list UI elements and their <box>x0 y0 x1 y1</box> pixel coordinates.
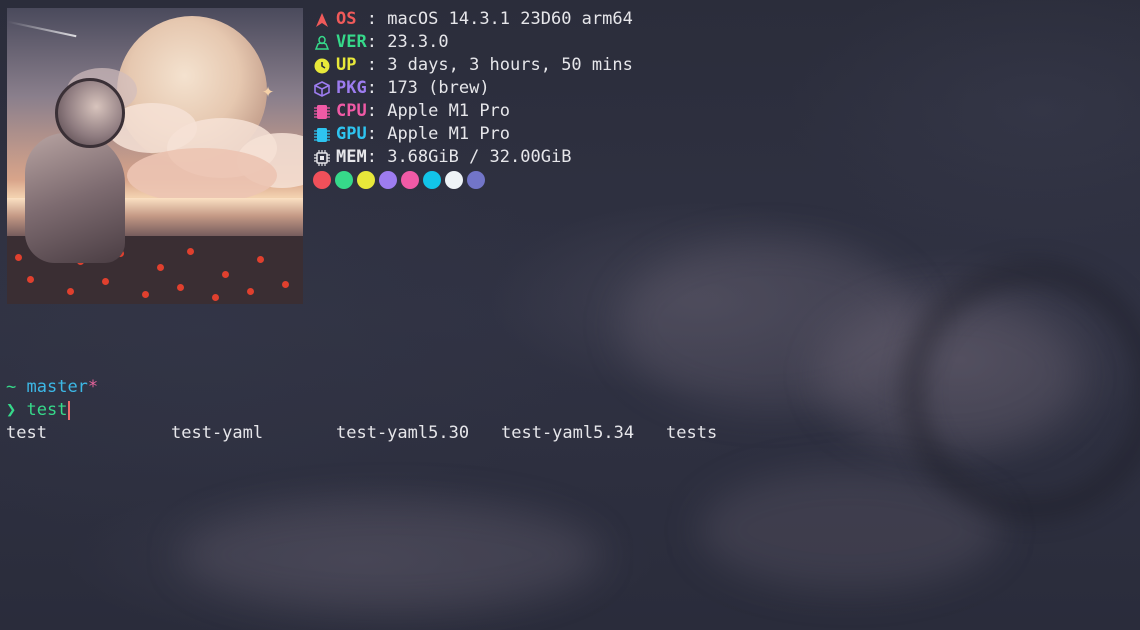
git-branch: master <box>26 377 88 397</box>
command-line[interactable]: ❯ test <box>6 399 831 422</box>
completion-item[interactable]: test-yaml5.34 <box>501 422 666 445</box>
mem-key: MEM <box>336 147 367 167</box>
prompt-header: ~ master * <box>6 376 831 399</box>
gpu-value: Apple M1 Pro <box>387 124 511 144</box>
cpu-separator: : <box>366 101 388 121</box>
package-icon <box>313 80 330 97</box>
gpu-row: GPU: Apple M1 Pro <box>313 123 633 146</box>
up-value: 3 days, 3 hours, 50 mins <box>387 55 633 75</box>
cpu-key: CPU <box>336 101 367 121</box>
text-cursor <box>68 401 71 420</box>
os-separator: : <box>356 9 388 29</box>
cpu-value: Apple M1 Pro <box>387 101 511 121</box>
pkg-separator: : <box>366 78 388 98</box>
shooting-star <box>7 20 77 38</box>
color-swatch-1 <box>313 171 331 189</box>
mem-row: MEM: 3.68GiB / 32.00GiB <box>313 146 633 169</box>
pkg-row: PKG: 173 (brew) <box>313 77 633 100</box>
gpu-chip-icon <box>313 126 330 143</box>
color-swatch-7 <box>445 171 463 189</box>
cpu-row: CPU: Apple M1 Pro <box>313 100 633 123</box>
cpu-chip-icon <box>313 103 330 120</box>
color-swatch-3 <box>357 171 375 189</box>
ver-row: VER: 23.3.0 <box>313 31 633 54</box>
ver-value: 23.3.0 <box>387 32 449 52</box>
os-value: macOS 14.3.1 23D60 arm64 <box>387 9 633 29</box>
up-separator: : <box>356 55 388 75</box>
completion-item[interactable]: test <box>6 422 171 445</box>
wallpaper-thumbnail: ✦ <box>7 8 303 304</box>
color-swatch-6 <box>423 171 441 189</box>
pkg-key: PKG <box>336 78 367 98</box>
gpu-separator: : <box>366 124 388 144</box>
completion-item[interactable]: test-yaml <box>171 422 336 445</box>
shell-session[interactable]: ~ master * ❯ test test test-yaml test-yaml5… <box>6 376 831 445</box>
rocket-icon <box>313 11 330 28</box>
command-input[interactable]: test <box>27 399 68 422</box>
completion-item[interactable]: test-yaml5.30 <box>336 422 501 445</box>
mem-value: 3.68GiB / 32.00GiB <box>387 147 572 167</box>
os-row: OS : macOS 14.3.1 23D60 arm64 <box>313 8 633 31</box>
pkg-value: 173 (brew) <box>387 78 490 98</box>
git-dirty-marker: * <box>87 377 99 397</box>
ver-separator: : <box>366 32 388 52</box>
color-palette <box>313 171 633 189</box>
completion-item[interactable]: tests <box>666 422 831 445</box>
color-swatch-4 <box>379 171 397 189</box>
color-swatch-8 <box>467 171 485 189</box>
memory-chip-icon <box>313 149 330 166</box>
prompt-arrow: ❯ <box>6 400 17 420</box>
prompt-directory: ~ <box>6 377 17 397</box>
up-row: UP : 3 days, 3 hours, 50 mins <box>313 54 633 77</box>
mem-separator: : <box>366 147 388 167</box>
os-key: OS <box>336 9 357 29</box>
completion-list: test test-yaml test-yaml5.30 test-yaml5.34 t… <box>6 422 831 445</box>
ver-key: VER <box>336 32 367 52</box>
clock-icon <box>313 57 330 74</box>
gpu-key: GPU <box>336 124 367 144</box>
system-info-panel: OS : macOS 14.3.1 23D60 arm64 VER: 23.3.… <box>313 8 633 189</box>
color-swatch-2 <box>335 171 353 189</box>
up-key: UP <box>336 55 357 75</box>
sparkle-icon: ✦ <box>262 78 275 102</box>
linux-penguin-icon <box>313 34 330 51</box>
astronaut <box>15 78 135 268</box>
color-swatch-5 <box>401 171 419 189</box>
